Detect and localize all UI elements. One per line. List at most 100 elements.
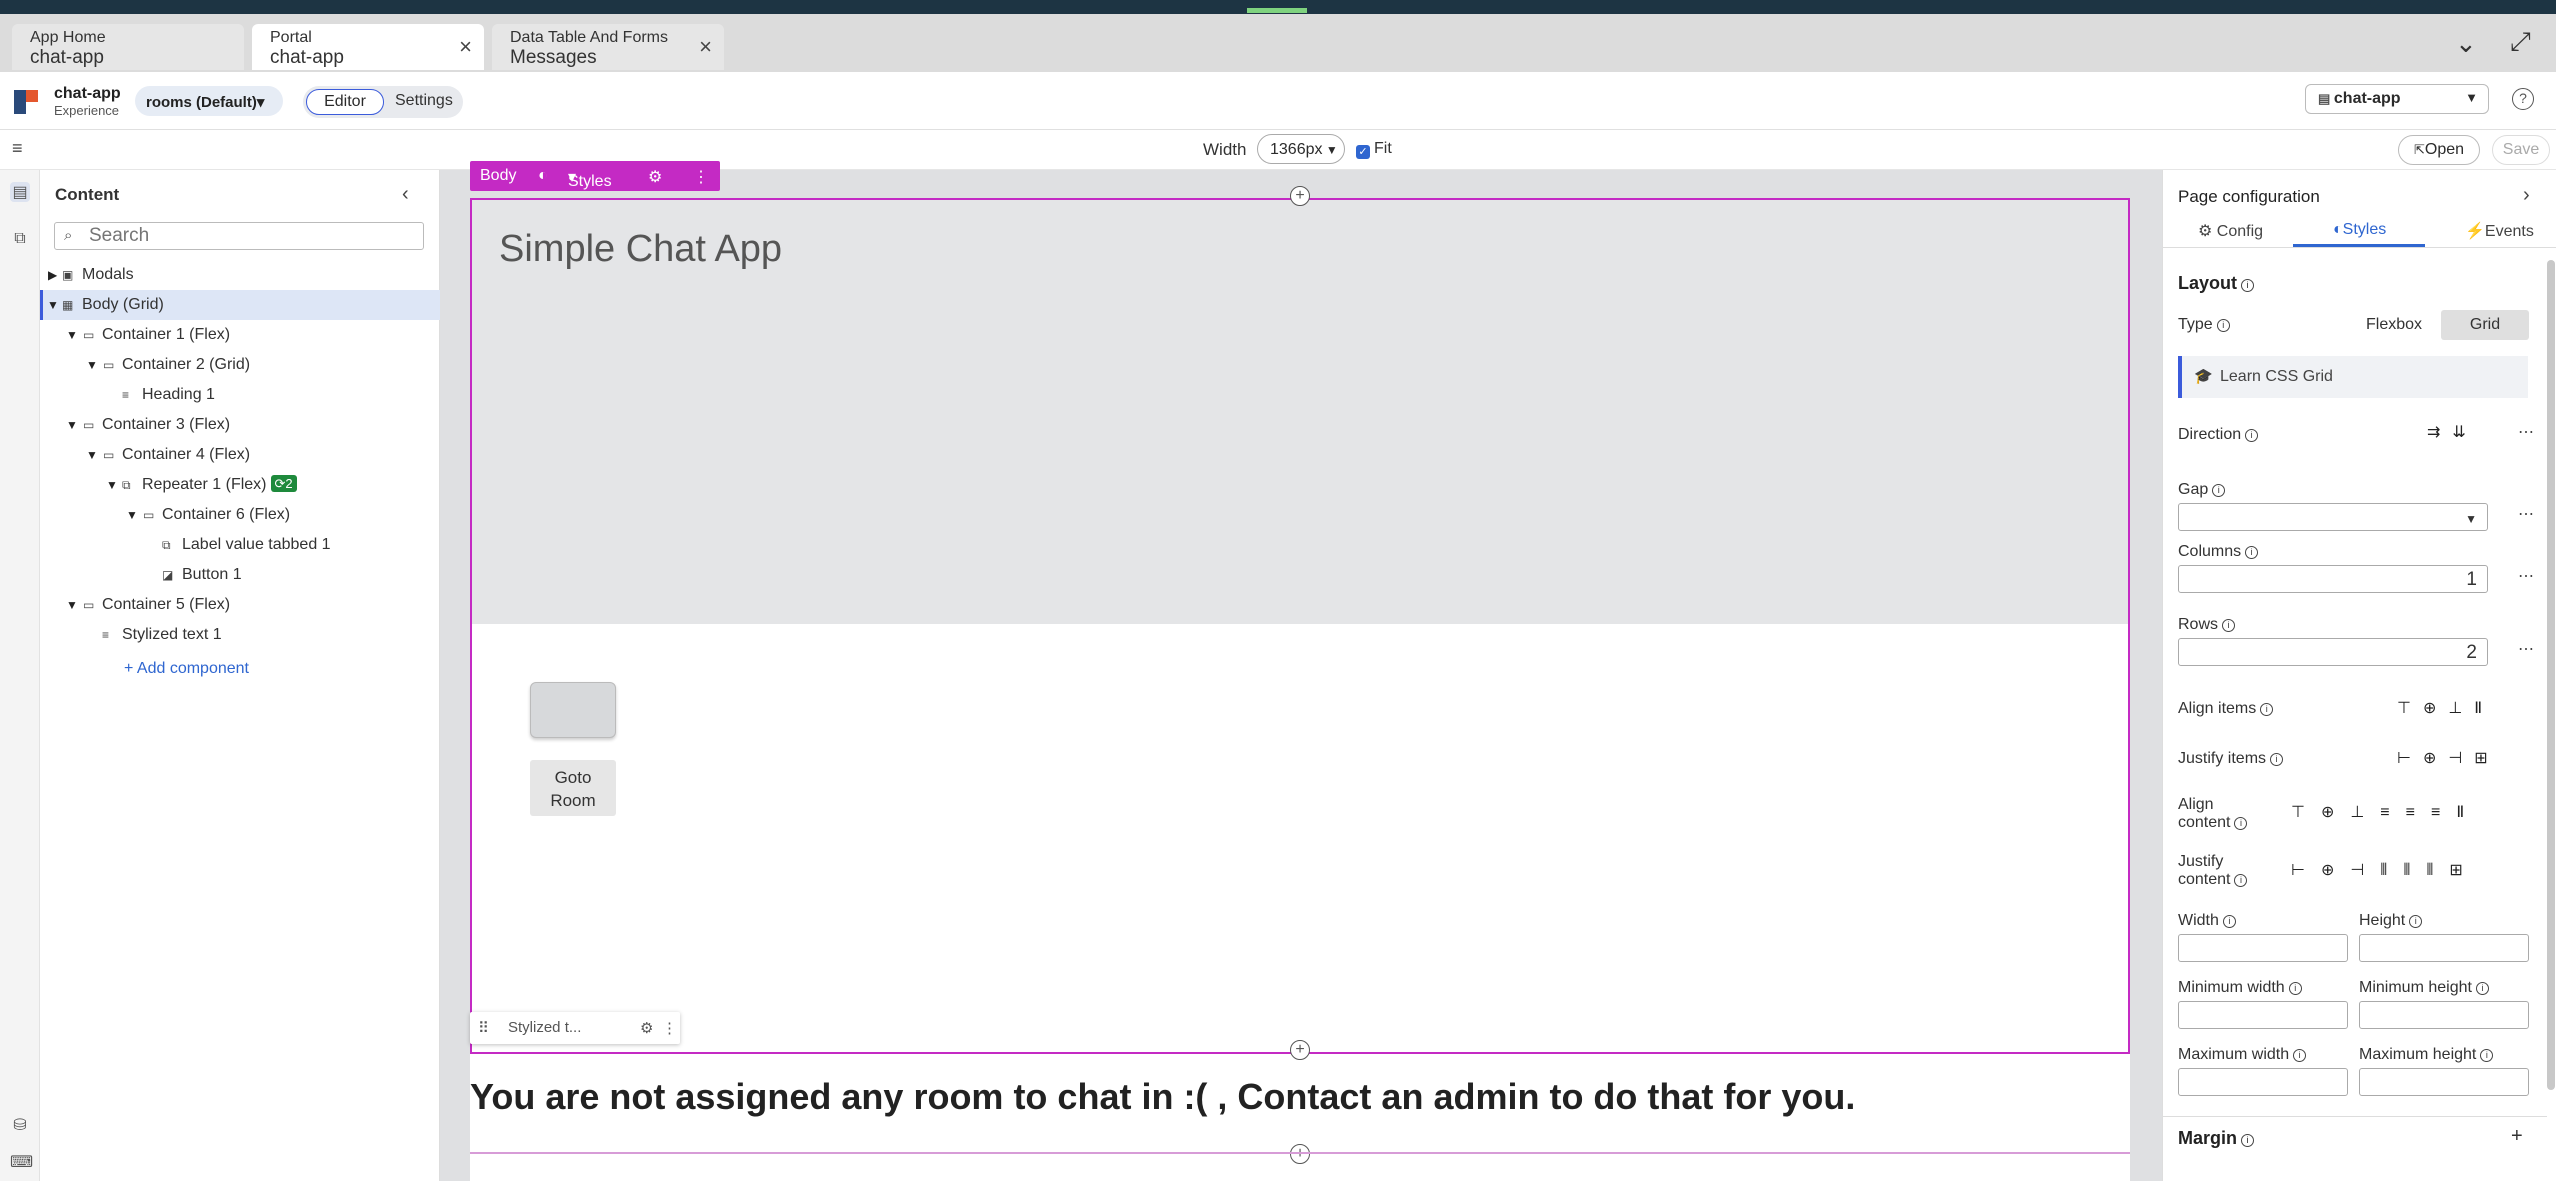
info-icon[interactable]: i xyxy=(2222,619,2236,632)
caret-right-icon[interactable]: ▶ xyxy=(48,260,57,290)
database-icon[interactable]: ⛁ xyxy=(10,1115,30,1135)
close-tab-icon[interactable]: × xyxy=(699,36,712,58)
tab-styles[interactable]: ◐Styles xyxy=(2333,221,2386,239)
more-vertical-icon[interactable]: ⋮ xyxy=(693,167,709,187)
caret-down-icon[interactable]: ▼ xyxy=(86,350,98,380)
help-icon[interactable]: ? xyxy=(2512,88,2534,110)
rows-input[interactable]: 2 xyxy=(2178,638,2488,666)
info-icon[interactable]: i xyxy=(2475,982,2489,995)
width-input[interactable] xyxy=(2178,934,2348,962)
info-icon[interactable]: i xyxy=(2288,982,2302,995)
collapse-panel-icon[interactable]: ‹ xyxy=(402,183,409,206)
tree-item-modals[interactable]: ▶ ▣ Modals xyxy=(40,260,440,290)
expand-icon[interactable]: ⤢ xyxy=(2510,26,2531,58)
hamburger-menu-icon[interactable]: ≡ xyxy=(12,138,23,159)
tree-item-container-4[interactable]: ▼ ▭ Container 4 (Flex) xyxy=(40,440,440,470)
tree-item-heading-1[interactable]: ≡ Heading 1 xyxy=(40,380,440,410)
tree-item-container-5[interactable]: ▼ ▭ Container 5 (Flex) xyxy=(40,590,440,620)
search-input[interactable] xyxy=(89,225,409,247)
styles-menu[interactable]: Styles ▾ xyxy=(568,167,612,190)
max-width-input[interactable] xyxy=(2178,1068,2348,1096)
info-icon[interactable]: i xyxy=(2270,753,2284,766)
tree-item-label-value-tabbed-1[interactable]: ⧉ Label value tabbed 1 xyxy=(40,530,440,560)
keyboard-icon[interactable]: ⌨ xyxy=(10,1152,33,1172)
tree-item-body[interactable]: ▼ ▦ Body (Grid) xyxy=(40,290,440,320)
info-icon[interactable]: i xyxy=(2245,546,2259,559)
sliders-icon[interactable]: ⚙ xyxy=(648,167,662,187)
caret-down-icon[interactable]: ▼ xyxy=(86,440,98,470)
direction-options[interactable]: ⇉⇊ xyxy=(2427,422,2478,442)
justify-items-options[interactable]: ⊢⊕⊣⊞ xyxy=(2397,748,2500,768)
sliders-icon[interactable]: ⚙ xyxy=(640,1019,653,1037)
info-icon[interactable]: i xyxy=(2245,429,2259,442)
info-icon[interactable]: i xyxy=(2293,1049,2307,1062)
info-icon[interactable]: i xyxy=(2409,915,2423,928)
tree-item-container-3[interactable]: ▼ ▭ Container 3 (Flex) xyxy=(40,410,440,440)
info-icon[interactable]: i xyxy=(2234,817,2248,830)
tree-item-repeater-1[interactable]: ▼ ⧉ Repeater 1 (Flex) ⟳2 xyxy=(40,470,440,500)
max-height-input[interactable] xyxy=(2359,1068,2529,1096)
search-field[interactable]: ⌕ xyxy=(54,222,424,250)
flexbox-option[interactable]: Flexbox xyxy=(2349,310,2439,340)
page-selector[interactable]: rooms (Default)▾ xyxy=(135,86,283,116)
chevron-right-icon[interactable]: › xyxy=(2523,184,2530,207)
info-icon[interactable]: i xyxy=(2216,319,2230,332)
save-button[interactable]: Save xyxy=(2492,135,2550,165)
gap-select[interactable]: ▼ xyxy=(2178,503,2488,531)
add-section-icon[interactable]: + xyxy=(1290,1144,1310,1164)
editor-button[interactable]: Editor xyxy=(306,89,384,115)
settings-button[interactable]: Settings xyxy=(395,92,453,110)
component-name[interactable]: Stylized t... xyxy=(508,1019,581,1036)
align-items-options[interactable]: ⊤⊕⊥Ⅱ xyxy=(2397,698,2494,718)
goto-room-button[interactable]: Goto Room xyxy=(530,760,616,816)
tab-portal[interactable]: Portal chat-app × xyxy=(252,24,484,70)
more-vertical-icon[interactable]: ⋮ xyxy=(662,1019,677,1037)
add-section-icon[interactable]: + xyxy=(1290,1040,1310,1060)
panel-scrollbar[interactable] xyxy=(2547,260,2555,1090)
margin-section-title[interactable]: Margin i xyxy=(2178,1128,2255,1149)
page-heading[interactable]: Simple Chat App xyxy=(499,228,782,271)
app-selector[interactable]: ▤ chat-app ▼ xyxy=(2305,84,2489,114)
columns-input[interactable]: 1 xyxy=(2178,565,2488,593)
palette-icon[interactable]: ◐ xyxy=(538,167,548,185)
chevron-down-icon[interactable]: ⌄ xyxy=(2455,28,2477,59)
fit-toggle[interactable]: ✓ Fit xyxy=(1356,140,1392,159)
add-component-link[interactable]: + Add component xyxy=(124,660,249,678)
tab-config[interactable]: ⚙ Config xyxy=(2198,221,2263,241)
learn-css-grid-link[interactable]: 🎓 Learn CSS Grid xyxy=(2178,356,2528,398)
info-icon[interactable]: i xyxy=(2241,279,2255,292)
tree-item-container-2[interactable]: ▼ ▭ Container 2 (Grid) xyxy=(40,350,440,380)
tab-events[interactable]: ⚡Events xyxy=(2465,221,2534,241)
caret-down-icon[interactable]: ▼ xyxy=(66,410,78,440)
open-button[interactable]: ⇱Open xyxy=(2398,135,2480,165)
info-icon[interactable]: i xyxy=(2222,915,2236,928)
checkbox-checked-icon[interactable]: ✓ xyxy=(1356,145,1370,159)
caret-down-icon[interactable]: ▼ xyxy=(66,590,78,620)
justify-content-options[interactable]: ⊢⊕⊣⦀⦀⦀⊞ xyxy=(2291,860,2479,880)
align-content-options[interactable]: ⊤⊕⊥≡≡≡Ⅱ xyxy=(2291,802,2480,822)
caret-down-icon[interactable]: ▼ xyxy=(126,500,138,530)
tree-item-container-1[interactable]: ▼ ▭ Container 1 (Flex) xyxy=(40,320,440,350)
tab-app-home[interactable]: App Home chat-app xyxy=(12,24,244,70)
tree-item-container-6[interactable]: ▼ ▭ Container 6 (Flex) xyxy=(40,500,440,530)
width-select[interactable]: 1366px ▼ xyxy=(1257,134,1345,164)
caret-down-icon[interactable]: ▼ xyxy=(47,290,59,320)
caret-down-icon[interactable]: ▼ xyxy=(106,470,118,500)
info-icon[interactable]: i xyxy=(2260,703,2274,716)
add-section-icon[interactable]: + xyxy=(1290,186,1310,206)
caret-down-icon[interactable]: ▼ xyxy=(66,320,78,350)
drag-handle-icon[interactable]: ⠿ xyxy=(478,1019,489,1037)
no-room-message[interactable]: You are not assigned any room to chat in… xyxy=(470,1076,1855,1118)
tree-item-stylized-text-1[interactable]: ≡ Stylized text 1 xyxy=(40,620,440,650)
body-label[interactable]: Body xyxy=(480,167,516,185)
info-icon[interactable]: i xyxy=(2241,1134,2255,1147)
height-input[interactable] xyxy=(2359,934,2529,962)
page-content-icon[interactable]: ▤ xyxy=(10,182,30,202)
grid-option[interactable]: Grid xyxy=(2441,310,2529,340)
info-icon[interactable]: i xyxy=(2480,1049,2494,1062)
tab-data-table-and-forms[interactable]: Data Table And Forms Messages × xyxy=(492,24,724,70)
tree-item-button-1[interactable]: ◪ Button 1 xyxy=(40,560,440,590)
info-icon[interactable]: i xyxy=(2212,484,2226,497)
more-options-icon[interactable]: ⋯ xyxy=(2518,566,2534,586)
min-width-input[interactable] xyxy=(2178,1001,2348,1029)
